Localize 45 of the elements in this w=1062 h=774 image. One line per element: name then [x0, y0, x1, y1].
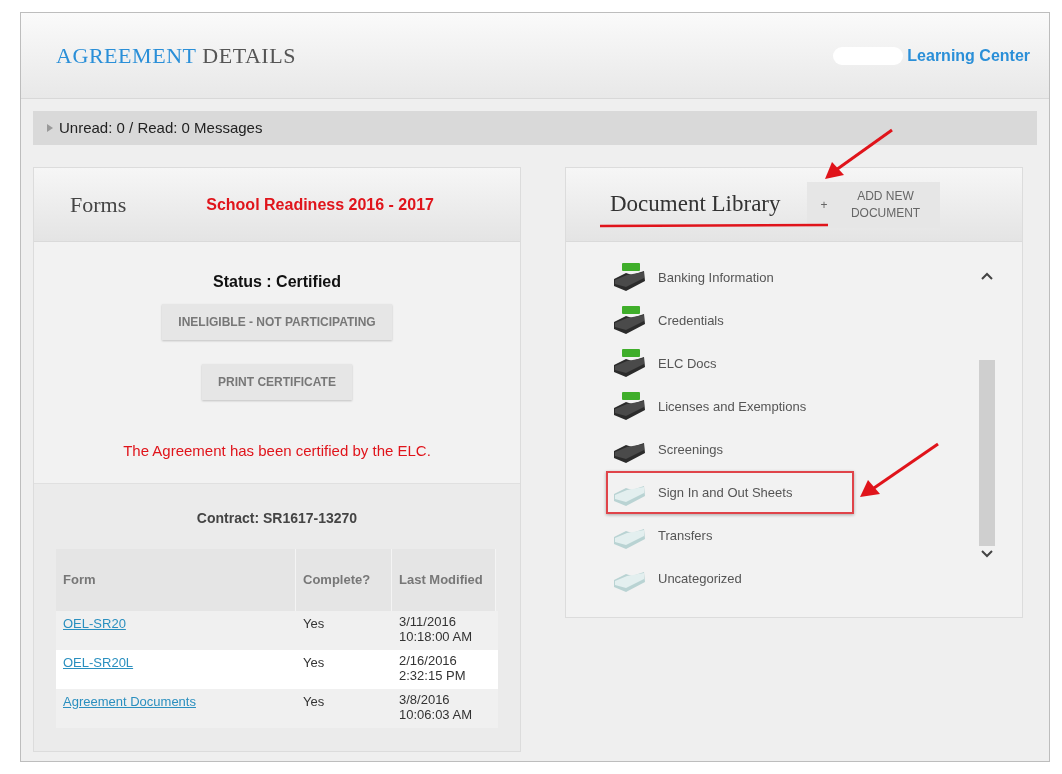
table-cell-text: Yes	[302, 692, 326, 711]
scrollbar-thumb[interactable]	[979, 360, 995, 546]
folder-item[interactable]: Screenings	[606, 428, 786, 471]
scroll-down-icon[interactable]	[981, 550, 993, 558]
page-title: AGREEMENT DETAILS	[56, 42, 297, 70]
panel-title: Document Library	[610, 190, 781, 219]
program-year: School Readiness 2016 - 2017	[206, 194, 434, 215]
scroll-up-icon[interactable]	[981, 272, 993, 280]
folder-item[interactable]: Uncategorized	[606, 557, 804, 600]
table-cell-text: 3/8/2016 10:06:03 AM	[398, 690, 473, 722]
column-header: Complete?	[296, 548, 392, 611]
folder-item[interactable]: Banking Information	[606, 256, 836, 299]
table-cell-text: Yes	[302, 653, 326, 672]
folder-item[interactable]: ELC Docs	[606, 342, 779, 385]
form-link[interactable]: OEL-SR20L	[63, 654, 134, 670]
certified-notice: The Agreement has been certified by the ELC.	[123, 441, 431, 461]
new-badge-icon	[622, 305, 640, 314]
caret-icon	[47, 124, 53, 132]
new-badge-icon	[622, 262, 640, 271]
folder-icon	[612, 440, 646, 465]
folder-item[interactable]: Licenses and Exemptions	[606, 385, 869, 428]
folder-icon	[612, 569, 646, 594]
new-badge-icon	[622, 348, 640, 357]
contract-number: Contract: SR1617-13270	[196, 508, 358, 528]
new-badge-icon	[622, 391, 640, 400]
folder-item[interactable]: Sign In and Out Sheets	[606, 471, 855, 514]
folder-icon	[612, 526, 646, 551]
column-header: Form	[56, 548, 296, 611]
folder-icon	[612, 483, 646, 508]
folder-icon	[612, 268, 646, 293]
column-header: Last Modified	[392, 548, 496, 611]
folder-item[interactable]: Credentials	[606, 299, 786, 342]
status-text: Status : Certified	[213, 272, 341, 292]
table-cell-text: Yes	[302, 614, 326, 633]
action-button[interactable]: INELIGIBLE - NOT PARTICIPATING	[162, 304, 392, 340]
action-button[interactable]: PRINT CERTIFICATE	[202, 364, 352, 400]
table-cell-text: 3/11/2016 10:18:00 AM	[398, 612, 473, 644]
folder-icon	[612, 354, 646, 379]
folder-icon	[612, 311, 646, 336]
folder-item[interactable]: Transfers	[606, 514, 775, 557]
table-cell-text: 2/16/2016 2:32:15 PM	[398, 651, 467, 683]
panel-title: Forms	[70, 191, 127, 219]
messages-bar[interactable]: Unread: 0 / Read: 0 Messages	[33, 111, 1037, 145]
annotation-arrow	[824, 128, 894, 180]
folder-icon	[612, 397, 646, 422]
